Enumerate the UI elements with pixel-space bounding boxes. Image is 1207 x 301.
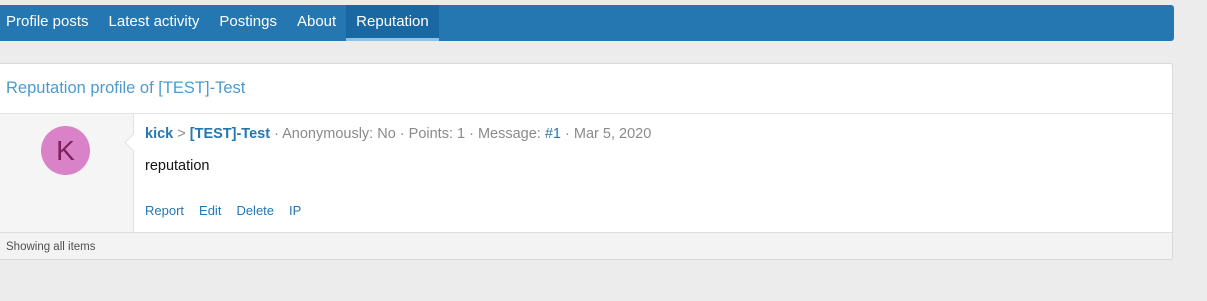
tab-postings[interactable]: Postings bbox=[209, 5, 287, 41]
tab-reputation[interactable]: Reputation bbox=[346, 5, 439, 41]
reputation-entry: K kick > [TEST]-Test · Anonymously: No ·… bbox=[0, 114, 1172, 233]
entry-content: kick > [TEST]-Test · Anonymously: No · P… bbox=[134, 114, 1172, 232]
tab-latest-activity[interactable]: Latest activity bbox=[99, 5, 210, 41]
tab-profile-posts[interactable]: Profile posts bbox=[0, 5, 99, 41]
tab-about[interactable]: About bbox=[287, 5, 346, 41]
profile-tabbar: Profile posts Latest activity Postings A… bbox=[0, 5, 1174, 41]
block-title: Reputation profile of [TEST]-Test bbox=[6, 79, 246, 97]
from-user-link[interactable]: kick bbox=[145, 126, 173, 142]
delete-button[interactable]: Delete bbox=[236, 203, 274, 218]
block-footer: Showing all items bbox=[0, 233, 1172, 259]
to-user-link[interactable]: [TEST]-Test bbox=[190, 126, 270, 142]
message-link[interactable]: #1 bbox=[545, 126, 561, 142]
reputation-block: Reputation profile of [TEST]-Test K kick… bbox=[0, 63, 1173, 260]
footer-status: Showing all items bbox=[6, 240, 96, 253]
edit-button[interactable]: Edit bbox=[199, 203, 221, 218]
ip-button[interactable]: IP bbox=[289, 203, 301, 218]
entry-body: reputation bbox=[145, 158, 210, 174]
arrow-separator: > bbox=[177, 126, 186, 142]
user-cell: K bbox=[0, 114, 143, 232]
block-header: Reputation profile of [TEST]-Test bbox=[0, 64, 1172, 114]
entry-meta: kick > [TEST]-Test · Anonymously: No · P… bbox=[145, 126, 1172, 142]
report-button[interactable]: Report bbox=[145, 203, 184, 218]
entry-date: · Mar 5, 2020 bbox=[565, 126, 652, 142]
entry-actions: Report Edit Delete IP bbox=[145, 203, 301, 218]
entry-details: · Anonymously: No · Points: 1 · Message: bbox=[274, 126, 541, 142]
avatar[interactable]: K bbox=[41, 126, 90, 175]
